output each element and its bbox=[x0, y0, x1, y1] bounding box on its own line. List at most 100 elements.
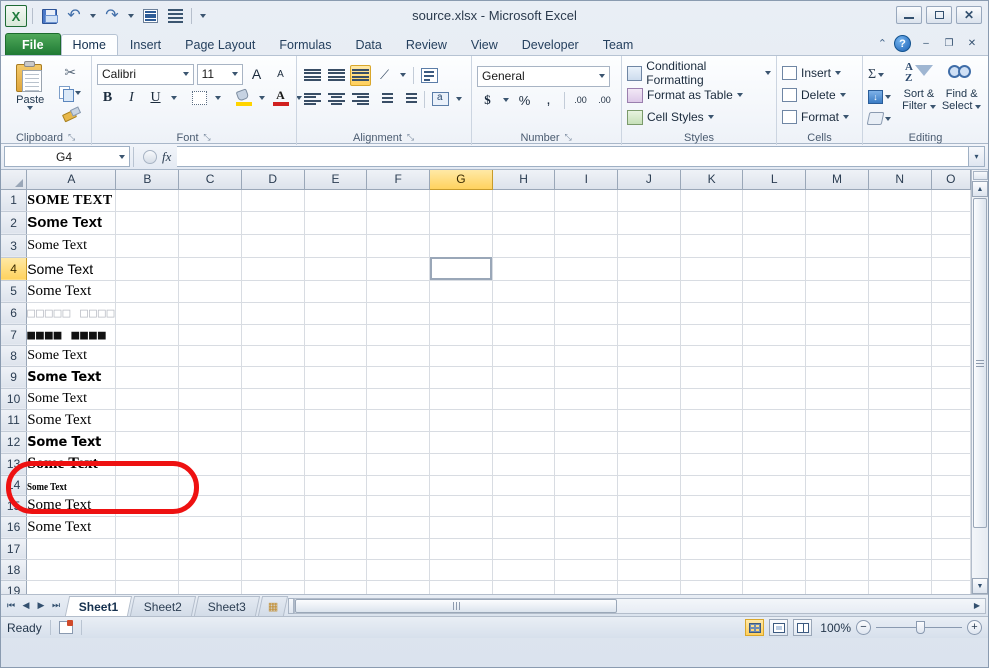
cell-O16[interactable] bbox=[931, 516, 970, 538]
font-color-button[interactable]: A bbox=[270, 88, 291, 109]
cell-K1[interactable] bbox=[680, 189, 743, 211]
cell-A6[interactable]: □□□□□ □□□□ bbox=[27, 302, 116, 324]
cell-H1[interactable] bbox=[492, 189, 555, 211]
cell-F13[interactable] bbox=[367, 453, 430, 475]
merge-center-button[interactable] bbox=[430, 89, 451, 110]
cell-D4[interactable] bbox=[241, 257, 304, 280]
cell-F15[interactable] bbox=[367, 495, 430, 516]
merge-dropdown[interactable] bbox=[454, 89, 464, 110]
cell-A17[interactable] bbox=[27, 538, 116, 559]
cell-G16[interactable] bbox=[430, 516, 493, 538]
cell-K16[interactable] bbox=[680, 516, 743, 538]
cell-O18[interactable] bbox=[931, 559, 970, 580]
cell-D18[interactable] bbox=[241, 559, 304, 580]
cell-K18[interactable] bbox=[680, 559, 743, 580]
doc-close-button[interactable]: ✕ bbox=[964, 37, 980, 51]
cell-H6[interactable] bbox=[492, 302, 555, 324]
expand-formula-bar-button[interactable]: ▾ bbox=[969, 146, 985, 167]
cell-D15[interactable] bbox=[241, 495, 304, 516]
cell-M16[interactable] bbox=[806, 516, 869, 538]
cell-C7[interactable] bbox=[179, 324, 242, 345]
name-box[interactable]: G4 bbox=[4, 146, 130, 167]
tab-home[interactable]: Home bbox=[61, 34, 118, 55]
cell-F11[interactable] bbox=[367, 409, 430, 431]
cell-K2[interactable] bbox=[680, 211, 743, 234]
insert-worksheet-button[interactable]: ▦ bbox=[258, 596, 288, 616]
row-header-18[interactable]: 18 bbox=[1, 559, 27, 580]
cell-N14[interactable] bbox=[868, 475, 931, 495]
cell-G10[interactable] bbox=[430, 388, 493, 409]
cell-J16[interactable] bbox=[618, 516, 681, 538]
cell-E19[interactable] bbox=[304, 580, 367, 594]
cell-J7[interactable] bbox=[618, 324, 681, 345]
increase-indent-button[interactable] bbox=[398, 89, 419, 110]
tab-file[interactable]: File bbox=[5, 33, 61, 55]
cell-C6[interactable] bbox=[179, 302, 242, 324]
sheet-tab-sheet1[interactable]: Sheet1 bbox=[65, 596, 133, 616]
cell-J14[interactable] bbox=[618, 475, 681, 495]
cell-I18[interactable] bbox=[555, 559, 618, 580]
cell-N11[interactable] bbox=[868, 409, 931, 431]
zoom-level[interactable]: 100% bbox=[817, 621, 851, 635]
tab-developer[interactable]: Developer bbox=[510, 34, 591, 55]
cell-L13[interactable] bbox=[743, 453, 806, 475]
cell-D9[interactable] bbox=[241, 366, 304, 388]
wrap-text-button[interactable] bbox=[419, 65, 440, 86]
underline-button[interactable]: U bbox=[145, 88, 166, 109]
cell-I2[interactable] bbox=[555, 211, 618, 234]
cell-D12[interactable] bbox=[241, 431, 304, 453]
cell-F16[interactable] bbox=[367, 516, 430, 538]
cell-O10[interactable] bbox=[931, 388, 970, 409]
cell-F8[interactable] bbox=[367, 345, 430, 366]
cell-C17[interactable] bbox=[179, 538, 242, 559]
cell-H11[interactable] bbox=[492, 409, 555, 431]
cell-I12[interactable] bbox=[555, 431, 618, 453]
cell-O8[interactable] bbox=[931, 345, 970, 366]
align-center-button[interactable] bbox=[326, 89, 347, 110]
column-header-n[interactable]: N bbox=[868, 170, 931, 189]
cell-L2[interactable] bbox=[743, 211, 806, 234]
align-top-button[interactable] bbox=[302, 65, 323, 86]
dialog-launcher-icon[interactable]: ⤡ bbox=[406, 133, 415, 142]
cell-L1[interactable] bbox=[743, 189, 806, 211]
cell-O15[interactable] bbox=[931, 495, 970, 516]
cell-D14[interactable] bbox=[241, 475, 304, 495]
row-header-5[interactable]: 5 bbox=[1, 280, 27, 302]
vertical-scrollbar[interactable]: ▲ ▼ bbox=[971, 170, 988, 594]
cell-C9[interactable] bbox=[179, 366, 242, 388]
cell-N15[interactable] bbox=[868, 495, 931, 516]
cell-L12[interactable] bbox=[743, 431, 806, 453]
row-header-3[interactable]: 3 bbox=[1, 234, 27, 257]
column-header-g[interactable]: G bbox=[430, 170, 493, 189]
cell-N16[interactable] bbox=[868, 516, 931, 538]
cell-F7[interactable] bbox=[367, 324, 430, 345]
font-size-select[interactable]: 11 bbox=[197, 64, 243, 85]
cell-J19[interactable] bbox=[618, 580, 681, 594]
cell-C8[interactable] bbox=[179, 345, 242, 366]
paste-button[interactable]: Paste bbox=[6, 59, 54, 130]
cell-F12[interactable] bbox=[367, 431, 430, 453]
cell-C13[interactable] bbox=[179, 453, 242, 475]
cell-F5[interactable] bbox=[367, 280, 430, 302]
cell-L14[interactable] bbox=[743, 475, 806, 495]
cell-B14[interactable] bbox=[116, 475, 179, 495]
column-header-h[interactable]: H bbox=[492, 170, 555, 189]
cell-E16[interactable] bbox=[304, 516, 367, 538]
zoom-in-button[interactable]: + bbox=[967, 620, 982, 635]
cell-F18[interactable] bbox=[367, 559, 430, 580]
cell-M11[interactable] bbox=[806, 409, 869, 431]
cell-N7[interactable] bbox=[868, 324, 931, 345]
cell-I16[interactable] bbox=[555, 516, 618, 538]
cell-N4[interactable] bbox=[868, 257, 931, 280]
cell-D2[interactable] bbox=[241, 211, 304, 234]
horizontal-scrollbar[interactable]: ▶ bbox=[286, 598, 988, 614]
cell-M13[interactable] bbox=[806, 453, 869, 475]
vertical-scroll-thumb[interactable] bbox=[973, 198, 987, 528]
delete-cells-button[interactable]: Delete bbox=[782, 84, 857, 106]
cell-G5[interactable] bbox=[430, 280, 493, 302]
next-sheet-button[interactable]: ▶ bbox=[34, 600, 48, 611]
row-header-4[interactable]: 4 bbox=[1, 257, 27, 280]
cell-I10[interactable] bbox=[555, 388, 618, 409]
column-header-d[interactable]: D bbox=[241, 170, 304, 189]
cell-E17[interactable] bbox=[304, 538, 367, 559]
